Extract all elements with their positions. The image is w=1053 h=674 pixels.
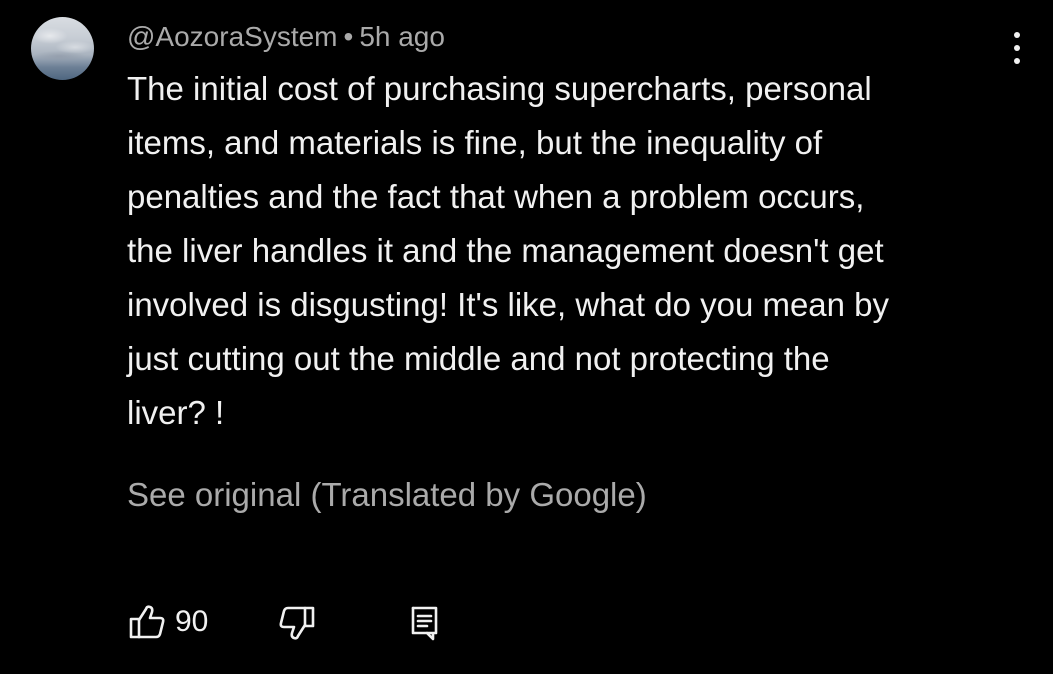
avatar[interactable] [31,17,94,80]
comment: @AozoraSystem • 5h ago The initial cost of… [0,0,1053,674]
comment-text-line: the liver handles it and the management … [127,232,884,269]
like-button[interactable]: 90 [128,600,208,644]
see-original-link[interactable]: See original (Translated by Google) [127,473,647,517]
separator-dot: • [343,21,354,52]
more-vertical-icon [1014,32,1020,38]
comment-text: The initial cost of purchasing superchar… [127,62,1007,440]
comment-text-line: The initial cost of purchasing superchar… [127,70,872,107]
reply-comment-icon [411,606,438,641]
like-count: 90 [175,605,209,638]
more-options-button[interactable] [1005,32,1029,64]
more-vertical-icon-dot [1014,45,1020,51]
comment-text-line: liver? ! [127,394,225,431]
thumbs-down-icon [279,606,315,640]
comment-text-line: penalties and the fact that when a probl… [127,178,865,215]
dislike-button[interactable] [274,600,316,644]
more-vertical-icon-dot [1014,58,1020,64]
author-name[interactable]: @AozoraSystem [127,21,338,52]
thumbs-up-icon [129,605,165,639]
comment-text-line: involved is disgusting! It's like, what … [127,286,890,323]
timestamp[interactable]: 5h ago [359,21,445,52]
comment-text-line: just cutting out the middle and not prot… [127,340,830,377]
comment-text-line: items, and materials is fine, but the in… [127,124,823,161]
reply-button[interactable] [408,600,442,644]
comment-header: @AozoraSystem • 5h ago [127,19,445,55]
